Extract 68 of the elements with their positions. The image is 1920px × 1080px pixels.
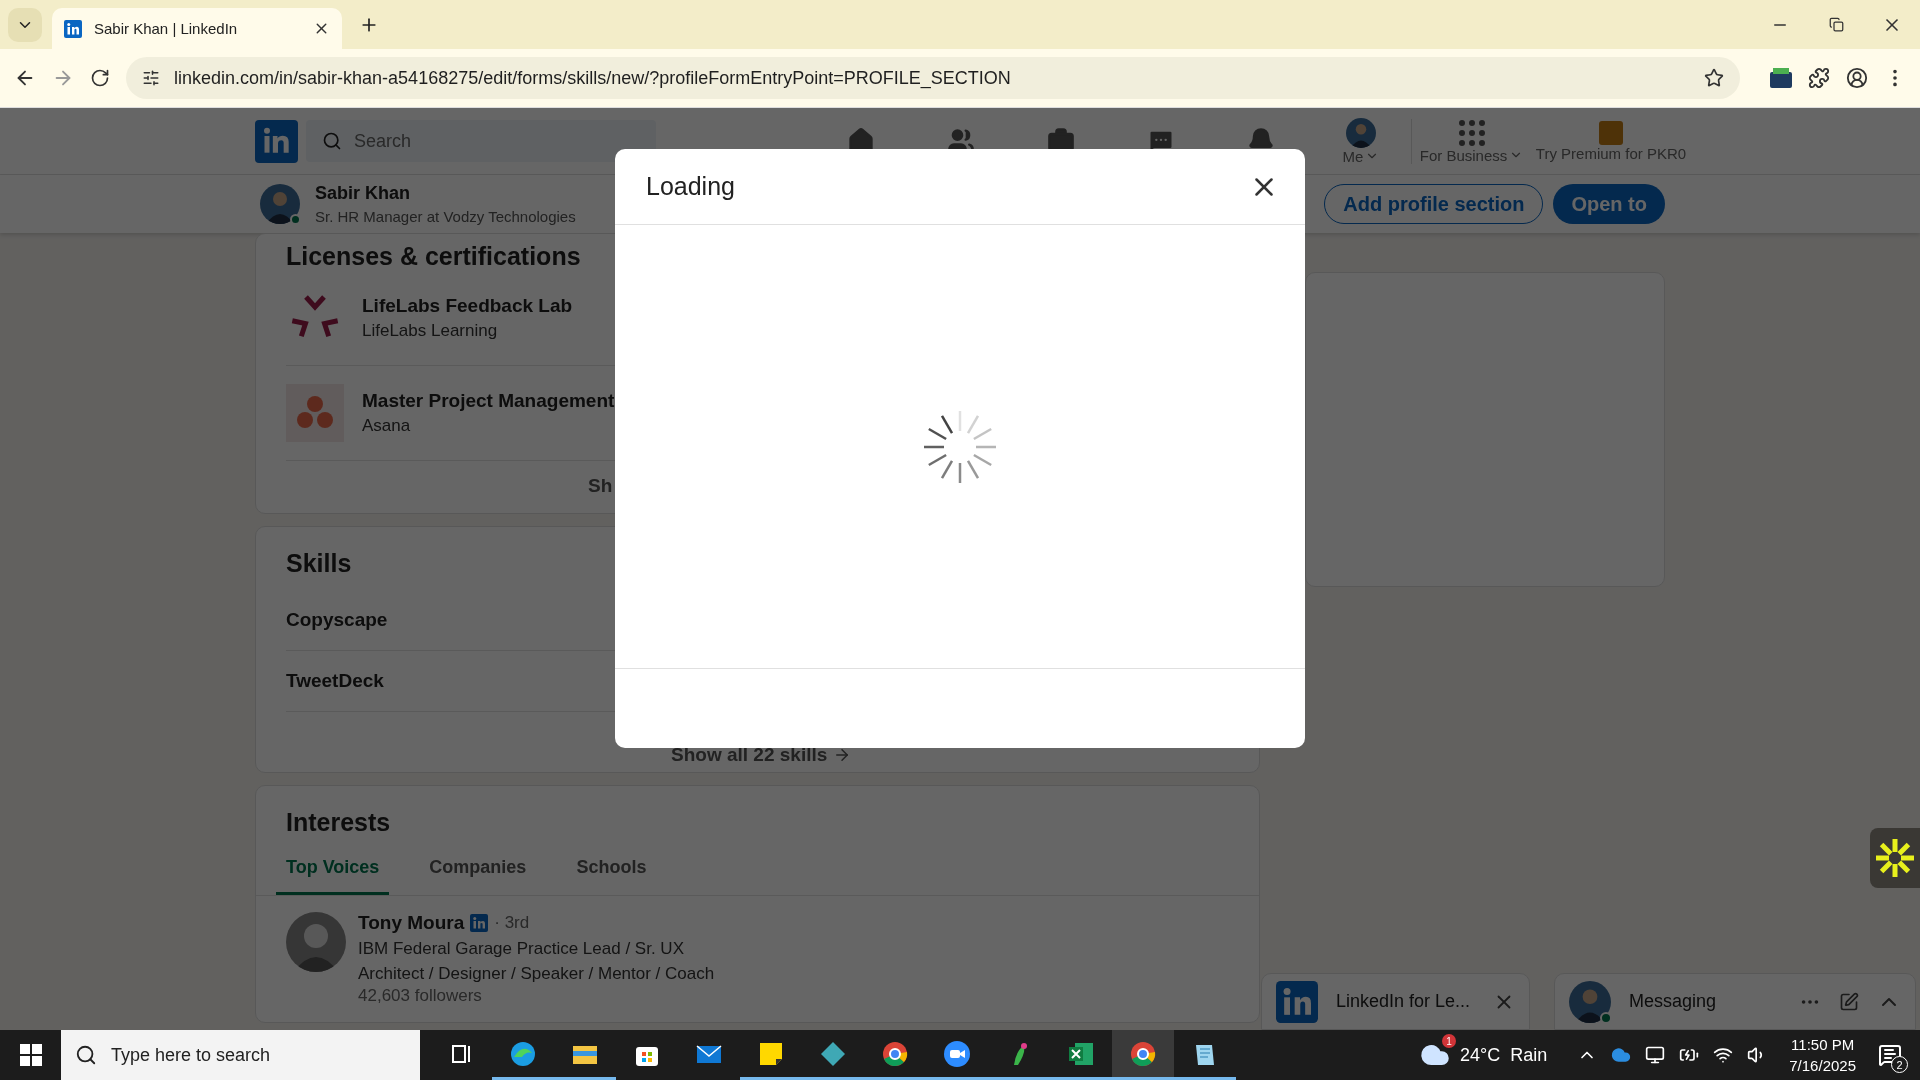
chat-title: LinkedIn for Le...: [1336, 991, 1472, 1012]
interest-tab[interactable]: Companies: [419, 847, 537, 895]
assistant-widget[interactable]: [1870, 828, 1920, 888]
address-bar[interactable]: linkedin.com/in/sabir-khan-a54168275/edit/forms/skills/new/?profileFormEntryPoint=PROFILE_SECTION: [126, 57, 1740, 99]
weather-condition[interactable]: Rain: [1510, 1044, 1548, 1066]
profile-icon[interactable]: [1846, 67, 1868, 89]
person-avatar: [286, 912, 346, 972]
dialog-title: Loading: [646, 172, 735, 201]
show-all-link[interactable]: Sh: [588, 475, 613, 497]
linkedin-badge-icon: [470, 914, 489, 932]
premium-icon: [1599, 120, 1623, 145]
wallet-icon[interactable]: [1770, 68, 1792, 88]
follower-count: 42,603 followers: [358, 986, 483, 1006]
url-text: linkedin.com/in/sabir-khan-a54168275/edit/forms/skills/new/?profileFormEntryPoint=PROFILE_SECTION: [174, 67, 1012, 89]
chat-title: Messaging: [1629, 991, 1718, 1012]
person-headline: IBM Federal Garage Practice Lead / Sr. UX Architect / Designer / Speaker / Mentor / Coach: [358, 938, 716, 985]
add-section-button[interactable]: Add profile section: [1324, 184, 1544, 224]
extensions-icon[interactable]: [1808, 67, 1830, 89]
logo-icon: [286, 384, 344, 442]
star-icon[interactable]: [1704, 68, 1724, 88]
section-title: Skills: [285, 549, 353, 578]
messaging-avatar: [1569, 980, 1611, 1023]
weather-badge: 1: [1442, 1034, 1456, 1048]
section-title: Interests: [285, 808, 392, 837]
tab-title: Sabir Khan | LinkedIn: [94, 20, 239, 37]
promo-chat-bar[interactable]: LinkedIn for Le...: [1261, 973, 1530, 1030]
interest-tab[interactable]: Schools: [566, 847, 657, 895]
notifications-icon[interactable]: [1878, 1043, 1902, 1067]
profile-headline: Sr. HR Manager at Vodzy Technologies: [315, 208, 576, 225]
browser-tab[interactable]: Sabir Khan | LinkedIn: [52, 8, 342, 49]
certification-name: LifeLabs Feedback Lab: [362, 295, 573, 317]
linkedin-logo-icon: [64, 19, 82, 38]
taskbar-search-field[interactable]: Type here to search: [61, 1030, 420, 1080]
notification-count: 2: [1891, 1056, 1908, 1073]
connection-degree: · 3rd: [494, 913, 530, 933]
issuer-name: LifeLabs Learning: [362, 321, 499, 341]
site-info-icon: [142, 69, 160, 87]
search-field[interactable]: Search: [306, 120, 656, 162]
messaging-bar[interactable]: Messaging: [1554, 973, 1916, 1030]
linkedin-logo-icon: [1276, 980, 1318, 1023]
clock[interactable]: 11:50 PM 7/16/2025: [1789, 1034, 1856, 1076]
me-menu[interactable]: Me: [1342, 147, 1380, 165]
reload-icon[interactable]: [90, 68, 110, 88]
interest-tab[interactable]: Top Voices: [276, 847, 390, 895]
video-app-icon[interactable]: [942, 1038, 972, 1069]
compose-icon[interactable]: [1839, 991, 1859, 1012]
start-icon[interactable]: [19, 1044, 42, 1066]
open-to-button[interactable]: Open to: [1553, 184, 1665, 224]
apps-grid-icon[interactable]: [1457, 118, 1486, 147]
restore-icon[interactable]: [1828, 17, 1844, 32]
issuer-name: Asana: [362, 416, 412, 436]
asterisk-icon: [1875, 838, 1915, 878]
section-title: Licenses & certifications: [285, 242, 582, 271]
monitor-icon[interactable]: [1645, 1045, 1666, 1065]
show-all-link[interactable]: Show all 22 skills: [671, 744, 852, 766]
wifi-icon[interactable]: [1713, 1045, 1734, 1065]
profile-name: Sabir Khan: [315, 183, 412, 204]
search-icon: [322, 131, 342, 151]
for-business-menu[interactable]: For Business: [1419, 146, 1524, 164]
person-name[interactable]: Tony Moura: [358, 912, 465, 934]
premium-link[interactable]: Try Premium for PKR0: [1535, 144, 1687, 162]
linkedin-logo[interactable]: [255, 119, 298, 163]
me-avatar: [1346, 117, 1376, 148]
certification-name: Master Project Management: [362, 390, 615, 412]
cloud-icon[interactable]: [1611, 1045, 1632, 1065]
profile-avatar: [260, 184, 300, 224]
search-icon: [75, 1044, 97, 1066]
temperature[interactable]: 24°C: [1460, 1044, 1501, 1066]
